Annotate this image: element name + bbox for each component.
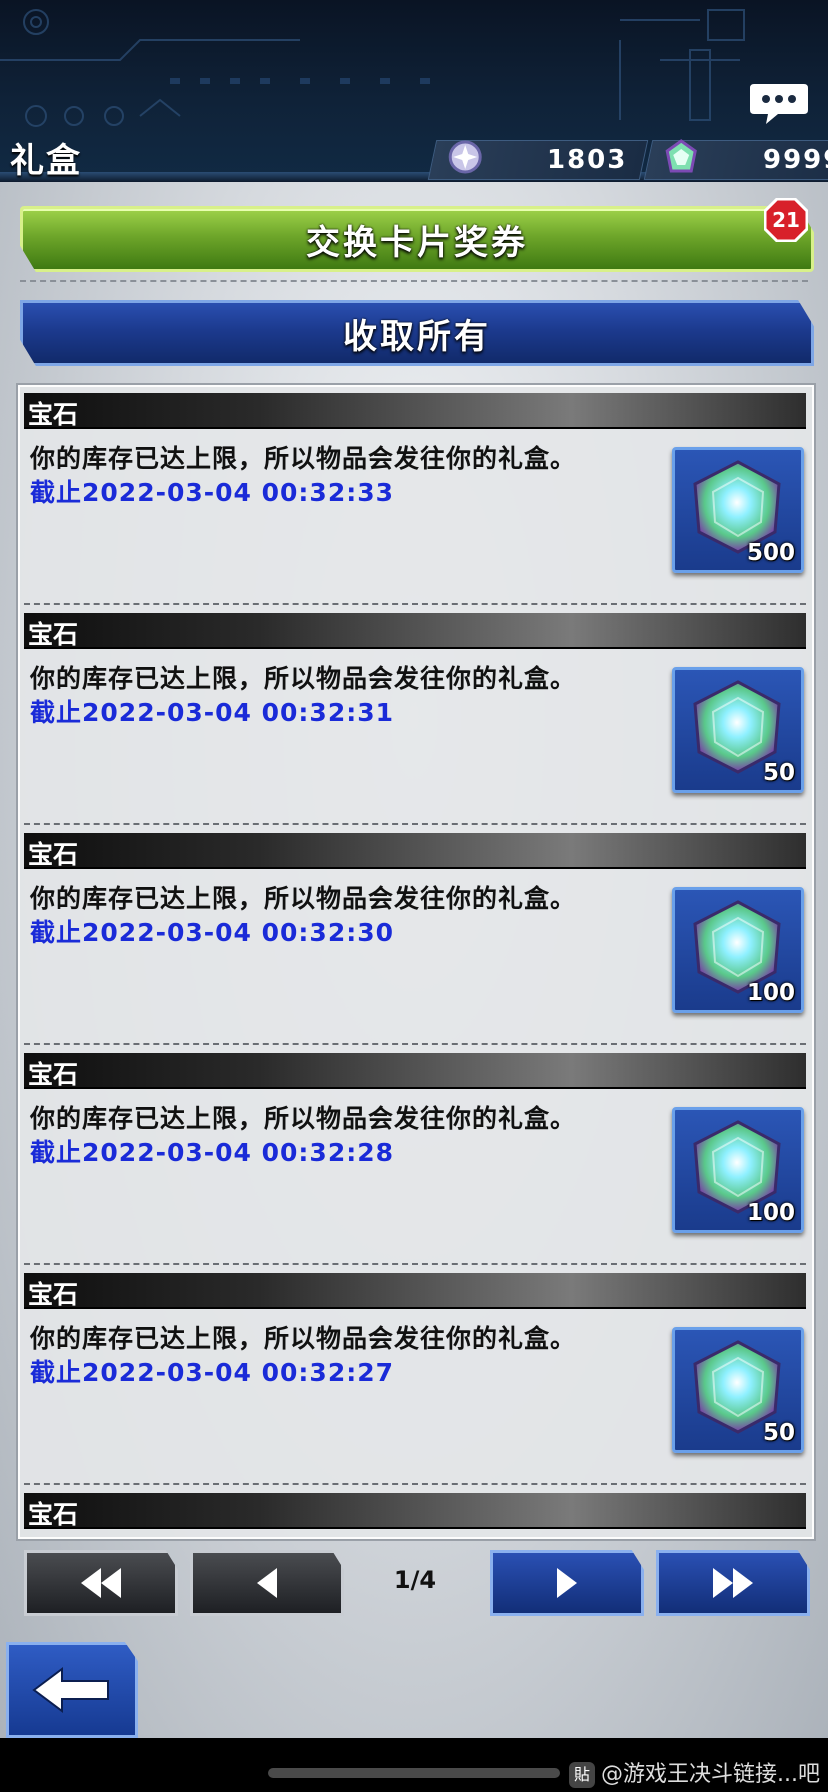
watermark: 貼 @游戏王决斗链接...吧 [569, 1756, 820, 1788]
gem-reward-tile[interactable]: 100 [672, 887, 804, 1013]
gem-currency-value: 9999 [762, 145, 828, 175]
item-divider [24, 1043, 806, 1045]
next-page-button[interactable] [490, 1550, 644, 1616]
gift-message: 你的库存已达上限，所以物品会发往你的礼盒。 [30, 1104, 577, 1133]
gift-category-header: 宝石 [24, 1053, 806, 1089]
gift-list[interactable]: 宝石 你的库存已达上限，所以物品会发往你的礼盒。 截止2022-03-04 00… [18, 385, 814, 1539]
back-arrow-icon [32, 1667, 109, 1713]
gift-deadline: 截止2022-03-04 00:32:28 [30, 1138, 394, 1167]
gift-deadline: 截止2022-03-04 00:32:31 [30, 698, 394, 727]
gift-item[interactable]: 宝石 [24, 1493, 808, 1537]
orb-currency-display: 1803 [427, 137, 649, 181]
page-indicator: 1/4 [393, 1566, 437, 1594]
orb-currency-icon [447, 137, 483, 181]
exchange-button-label: 交换卡片奖券 [306, 222, 528, 263]
chat-button[interactable] [748, 80, 810, 128]
last-page-icon [713, 1568, 753, 1598]
badge-count: 21 [772, 208, 800, 232]
item-divider [24, 603, 806, 605]
divider [20, 280, 808, 282]
first-page-icon [81, 1568, 121, 1598]
gift-deadline: 截止2022-03-04 00:32:27 [30, 1358, 394, 1387]
back-button[interactable] [6, 1642, 138, 1738]
first-page-button[interactable] [24, 1550, 178, 1616]
gift-message: 你的库存已达上限，所以物品会发往你的礼盒。 [30, 884, 577, 913]
page-title: 礼盒 [10, 141, 82, 181]
next-page-icon [557, 1568, 577, 1598]
gem-quantity: 100 [746, 980, 795, 1006]
gift-message: 你的库存已达上限，所以物品会发往你的礼盒。 [30, 1324, 577, 1353]
gift-item[interactable]: 宝石 你的库存已达上限，所以物品会发往你的礼盒。 截止2022-03-04 00… [24, 833, 808, 1053]
exchange-card-ticket-button[interactable]: 交换卡片奖券 [20, 206, 814, 272]
gem-currency-display: 9999 [643, 137, 828, 181]
collect-all-button[interactable]: 收取所有 [20, 300, 814, 366]
gift-category-header: 宝石 [24, 833, 806, 869]
gift-category-header: 宝石 [24, 1273, 806, 1309]
gift-deadline: 截止2022-03-04 00:32:30 [30, 918, 394, 947]
gift-category-header: 宝石 [24, 1493, 806, 1529]
gift-deadline: 截止2022-03-04 00:32:33 [30, 478, 394, 507]
gift-item[interactable]: 宝石 你的库存已达上限，所以物品会发往你的礼盒。 截止2022-03-04 00… [24, 393, 808, 613]
prev-page-button[interactable] [190, 1550, 344, 1616]
item-divider [24, 823, 806, 825]
item-divider [24, 1263, 806, 1265]
collect-all-label: 收取所有 [343, 316, 491, 357]
prev-page-icon [257, 1568, 277, 1598]
orb-currency-value: 1803 [546, 145, 627, 175]
gem-quantity: 500 [746, 540, 795, 566]
gem-reward-tile[interactable]: 50 [672, 1327, 804, 1453]
item-divider [24, 1483, 806, 1485]
gift-category-header: 宝石 [24, 393, 806, 429]
gem-reward-tile[interactable]: 100 [672, 1107, 804, 1233]
forum-logo-icon: 貼 [569, 1762, 596, 1788]
gem-quantity: 50 [762, 1420, 795, 1446]
gift-item[interactable]: 宝石 你的库存已达上限，所以物品会发往你的礼盒。 截止2022-03-04 00… [24, 1273, 808, 1493]
last-page-button[interactable] [656, 1550, 810, 1616]
gem-reward-tile[interactable]: 50 [672, 667, 804, 793]
gift-item[interactable]: 宝石 你的库存已达上限，所以物品会发往你的礼盒。 截止2022-03-04 00… [24, 613, 808, 833]
home-indicator[interactable] [268, 1768, 560, 1778]
gem-reward-tile[interactable]: 500 [672, 447, 804, 573]
chat-bubble-icon [750, 84, 808, 124]
gem-quantity: 100 [746, 1200, 795, 1226]
gift-item[interactable]: 宝石 你的库存已达上限，所以物品会发往你的礼盒。 截止2022-03-04 00… [24, 1053, 808, 1273]
gem-quantity: 50 [762, 760, 795, 786]
notification-badge: 21 [763, 197, 809, 243]
gift-message: 你的库存已达上限，所以物品会发往你的礼盒。 [30, 664, 577, 693]
gift-message: 你的库存已达上限，所以物品会发往你的礼盒。 [30, 444, 577, 473]
gift-category-header: 宝石 [24, 613, 806, 649]
gem-currency-icon [663, 137, 699, 181]
